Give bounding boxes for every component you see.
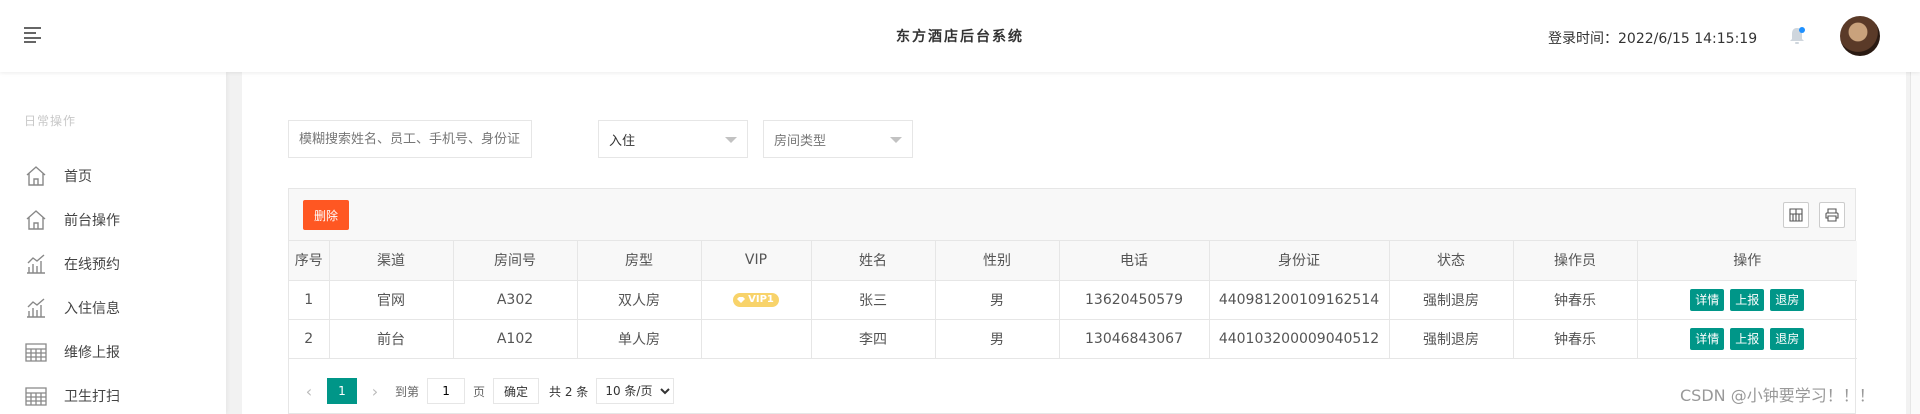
calendar-icon (25, 387, 47, 406)
user-avatar[interactable] (1840, 16, 1880, 56)
sidebar-item-front-desk[interactable]: 前台操作 (24, 202, 204, 238)
page-size-select[interactable]: 10 条/页 (596, 378, 675, 404)
prev-page-icon[interactable]: ‹ (297, 382, 321, 401)
sidebar-item-checkin-info[interactable]: 入住信息 (24, 290, 204, 326)
status-select[interactable]: 入住 (598, 120, 748, 158)
sidebar: 日常操作 首页 前台操作 在线预约 入住信息 维修上报 卫生打扫 (0, 72, 226, 414)
pagination: ‹ 1 › 到第 页 确定 共 2 条 10 条/页 (289, 369, 1855, 413)
table-row[interactable]: 1 官网 A302 双人房 VIP1 张三 男 13620450579 4409… (289, 280, 1857, 320)
column-header[interactable]: VIP (701, 241, 812, 281)
column-header[interactable]: 操作员 (1513, 241, 1638, 281)
sidebar-item-label: 卫生打扫 (64, 389, 120, 405)
cell-actions: 详情 上报 退房 (1637, 280, 1857, 320)
column-header[interactable]: 身份证 (1209, 241, 1390, 281)
cell-operator: 钟春乐 (1513, 280, 1638, 320)
column-header[interactable]: 姓名 (811, 241, 936, 281)
column-header[interactable]: 序号 (289, 241, 330, 281)
data-table-panel: 删除 序号 渠道 房间号 房型 VIP 姓名 性别 电话 身份证 状态 操作员 … (288, 188, 1857, 414)
chevron-down-icon (890, 137, 902, 143)
column-header[interactable]: 性别 (935, 241, 1060, 281)
goto-page-input[interactable] (427, 378, 466, 404)
room-type-select-placeholder: 房间类型 (774, 133, 827, 149)
detail-button[interactable]: 详情 (1690, 327, 1725, 350)
column-header[interactable]: 渠道 (329, 241, 454, 281)
cell-status: 强制退房 (1389, 319, 1514, 359)
sidebar-item-cleaning[interactable]: 卫生打扫 (24, 378, 204, 414)
cell-room-type: 双人房 (577, 280, 702, 320)
diamond-icon (737, 296, 746, 303)
chevron-down-icon (725, 137, 737, 143)
vip-badge-label: VIP1 (748, 293, 774, 305)
cell-operator: 钟春乐 (1513, 319, 1638, 359)
column-header[interactable]: 状态 (1389, 241, 1514, 281)
report-button[interactable]: 上报 (1730, 288, 1765, 311)
sidebar-item-online-booking[interactable]: 在线预约 (24, 246, 204, 282)
calendar-icon (25, 343, 47, 362)
sidebar-item-home[interactable]: 首页 (24, 158, 204, 194)
cell-index: 2 (289, 319, 330, 359)
search-input[interactable] (288, 120, 532, 158)
sidebar-item-label: 在线预约 (64, 257, 120, 273)
home-icon (26, 166, 46, 186)
data-table: 序号 渠道 房间号 房型 VIP 姓名 性别 电话 身份证 状态 操作员 操作 … (289, 241, 1857, 359)
home-icon (26, 210, 46, 230)
column-header[interactable]: 电话 (1059, 241, 1210, 281)
total-count: 共 2 条 (549, 384, 589, 399)
sidebar-item-label: 前台操作 (64, 213, 120, 229)
table-header-row: 序号 渠道 房间号 房型 VIP 姓名 性别 电话 身份证 状态 操作员 操作 (289, 241, 1857, 281)
chart-icon (27, 254, 45, 274)
login-time: 登录时间：2022/6/15 14:15:19 (1548, 31, 1758, 47)
cell-actions: 详情 上报 退房 (1637, 319, 1857, 359)
cell-gender: 男 (935, 319, 1060, 359)
watermark: CSDN @小钟要学习！！！ (1680, 386, 1875, 405)
cell-vip (701, 319, 812, 359)
column-header[interactable]: 操作 (1637, 241, 1857, 281)
cell-status: 强制退房 (1389, 280, 1514, 320)
cell-room: A102 (453, 319, 578, 359)
page-current[interactable]: 1 (327, 378, 357, 404)
report-button[interactable]: 上报 (1730, 327, 1765, 350)
sidebar-item-repair-report[interactable]: 维修上报 (24, 334, 204, 370)
column-header[interactable]: 房间号 (453, 241, 578, 281)
checkout-button[interactable]: 退房 (1770, 288, 1805, 311)
cell-index: 1 (289, 280, 330, 320)
cell-vip: VIP1 (701, 280, 812, 320)
cell-id-card: 440103200009040512 (1209, 319, 1390, 359)
cell-room: A302 (453, 280, 578, 320)
cell-phone: 13620450579 (1059, 280, 1210, 320)
cell-name: 李四 (811, 319, 936, 359)
cell-channel: 官网 (329, 280, 454, 320)
goto-suffix: 页 (473, 384, 486, 399)
notification-dot-icon (1799, 27, 1805, 33)
cell-channel: 前台 (329, 319, 454, 359)
table-row[interactable]: 2 前台 A102 单人房 李四 男 13046843067 440103200… (289, 319, 1857, 359)
top-bar: 东方酒店后台系统 登录时间：2022/6/15 14:15:19 (0, 0, 1920, 72)
goto-prefix: 到第 (395, 384, 420, 399)
chart-icon (27, 298, 45, 318)
room-type-select[interactable]: 房间类型 (763, 120, 913, 158)
status-select-value: 入住 (609, 133, 636, 149)
next-page-icon[interactable]: › (363, 382, 387, 401)
main-content: 入住 房间类型 删除 序号 渠道 (242, 72, 1906, 414)
cell-name: 张三 (811, 280, 936, 320)
notification-bell-icon[interactable] (1788, 26, 1806, 46)
columns-icon[interactable] (1783, 202, 1809, 228)
sidebar-item-label: 首页 (64, 169, 92, 185)
cell-phone: 13046843067 (1059, 319, 1210, 359)
cell-gender: 男 (935, 280, 1060, 320)
sidebar-heading: 日常操作 (24, 114, 77, 128)
delete-button[interactable]: 删除 (303, 200, 349, 230)
detail-button[interactable]: 详情 (1690, 288, 1725, 311)
table-toolbar: 删除 (289, 189, 1855, 241)
cell-id-card: 440981200109162514 (1209, 280, 1390, 320)
checkout-button[interactable]: 退房 (1770, 327, 1805, 350)
print-icon[interactable] (1819, 202, 1845, 228)
column-header[interactable]: 房型 (577, 241, 702, 281)
cell-room-type: 单人房 (577, 319, 702, 359)
sidebar-item-label: 入住信息 (64, 301, 120, 317)
goto-confirm-button[interactable]: 确定 (493, 378, 540, 404)
vip-badge: VIP1 (733, 292, 779, 307)
sidebar-item-label: 维修上报 (64, 345, 120, 361)
